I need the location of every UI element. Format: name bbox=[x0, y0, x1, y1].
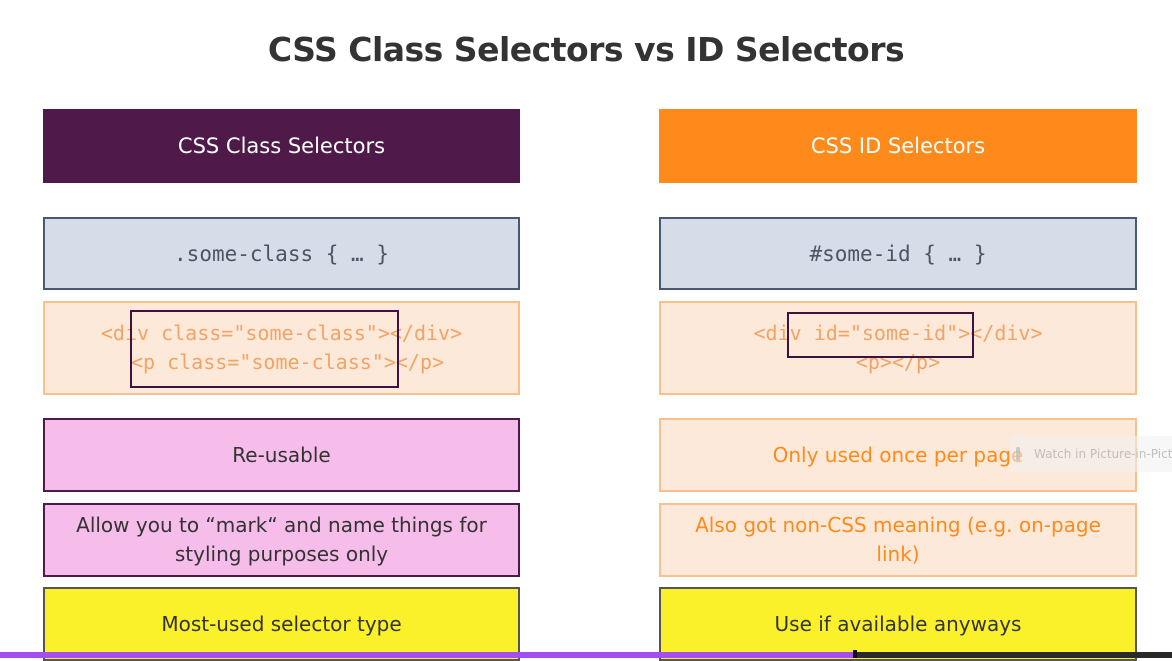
video-progress-played[interactable] bbox=[0, 652, 855, 658]
id-selectors-header-label: CSS ID Selectors bbox=[810, 134, 986, 158]
class-point-most-used: Most-used selector type bbox=[43, 587, 520, 661]
video-progress-handle[interactable] bbox=[853, 650, 857, 658]
class-point-2-text: Allow you to “mark“ and name things for … bbox=[76, 513, 487, 566]
video-progress-remaining[interactable] bbox=[855, 652, 1172, 658]
picture-in-picture-icon bbox=[1016, 447, 1020, 461]
id-point-3-text: Use if available anyways bbox=[774, 612, 1022, 636]
class-attr-highlight-box bbox=[130, 310, 399, 388]
id-point-use-if-available: Use if available anyways bbox=[659, 587, 1137, 661]
class-selector-code: .some-class { … } bbox=[174, 241, 389, 266]
id-selectors-header: CSS ID Selectors bbox=[659, 109, 1137, 183]
class-selectors-header: CSS Class Selectors bbox=[43, 109, 520, 183]
class-selector-example: .some-class { … } bbox=[43, 217, 520, 290]
id-selector-code: #some-id { … } bbox=[809, 241, 987, 266]
class-selectors-header-label: CSS Class Selectors bbox=[177, 134, 386, 158]
id-point-1-text: Only used once per page bbox=[772, 443, 1024, 467]
picture-in-picture-label: Watch in Picture-in-Picture bbox=[1034, 447, 1172, 461]
id-selector-example: #some-id { … } bbox=[659, 217, 1137, 290]
class-point-1-text: Re-usable bbox=[232, 443, 331, 467]
class-point-3-text: Most-used selector type bbox=[161, 612, 402, 636]
id-point-2-text: Also got non-CSS meaning (e.g. on-page l… bbox=[695, 513, 1101, 566]
id-attr-highlight-box bbox=[787, 312, 974, 358]
slide-title: CSS Class Selectors vs ID Selectors bbox=[267, 30, 905, 69]
picture-in-picture-button[interactable]: Watch in Picture-in-Picture bbox=[1010, 436, 1172, 472]
class-point-mark: Allow you to “mark“ and name things for … bbox=[43, 503, 520, 577]
id-point-meaning: Also got non-CSS meaning (e.g. on-page l… bbox=[659, 503, 1137, 577]
class-point-reusable: Re-usable bbox=[43, 418, 520, 492]
